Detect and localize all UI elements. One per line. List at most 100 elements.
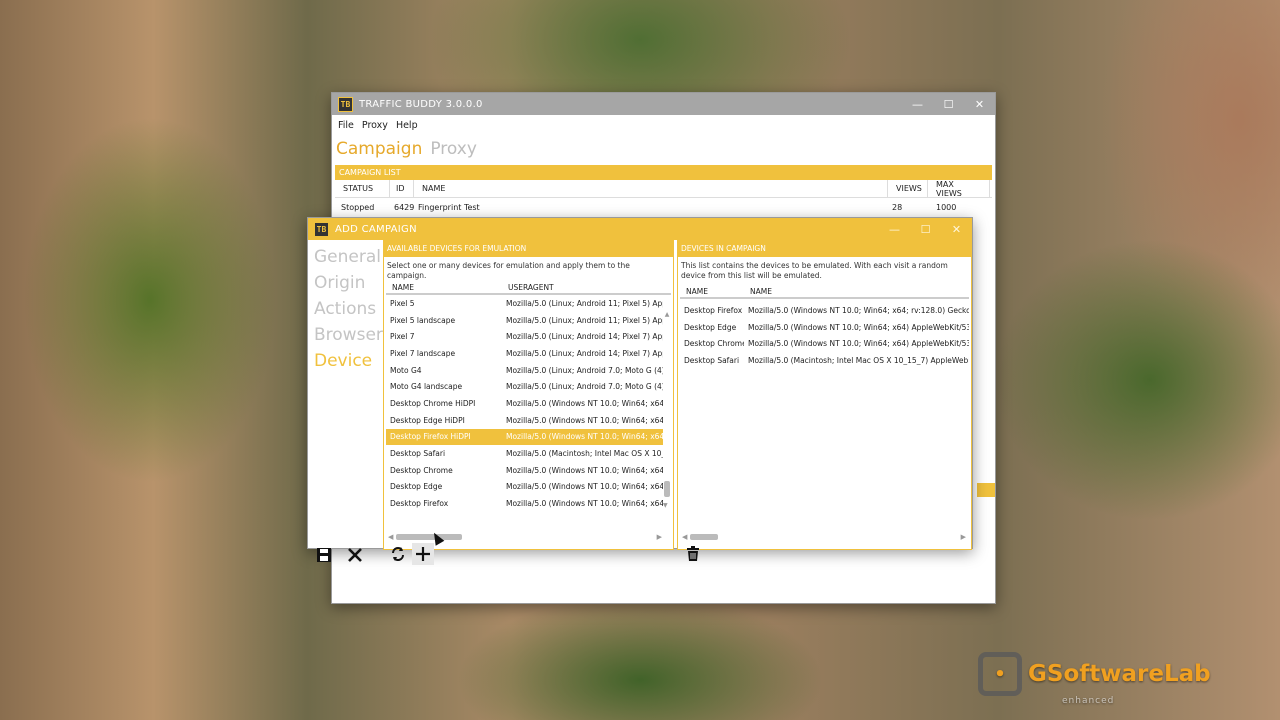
list-item[interactable]: Desktop Safari Mozilla/5.0 (Macintosh; In… [386, 445, 663, 462]
campaign-col-useragent[interactable]: NAME [744, 287, 772, 296]
available-vertical-scrollbar[interactable]: ▲ ▼ [663, 311, 671, 509]
device-name: Moto G4 [390, 365, 422, 375]
tab-campaign[interactable]: Campaign [336, 139, 422, 165]
device-name: Pixel 5 landscape [390, 315, 456, 325]
scroll-up-icon[interactable]: ▲ [663, 311, 671, 318]
col-name[interactable]: NAME [414, 180, 888, 197]
list-item[interactable]: Desktop Firefox Mozilla/5.0 (Windows NT 1… [680, 302, 969, 319]
brand-name: GSoftwareLab [1028, 661, 1211, 687]
tab-proxy[interactable]: Proxy [430, 139, 477, 165]
list-item[interactable]: Desktop Edge HiDPI Mozilla/5.0 (Windows N… [386, 412, 663, 429]
list-item[interactable]: Pixel 7 landscape Mozilla/5.0 (Linux; And… [386, 345, 663, 362]
available-col-name[interactable]: NAME [386, 283, 502, 292]
campaign-scroll-left-icon[interactable]: ◀ [682, 533, 687, 541]
save-button[interactable] [313, 544, 335, 566]
device-useragent: Mozilla/5.0 (Linux; Android 14; Pixel 7)… [506, 332, 663, 342]
dialog-logo-icon: TB [314, 221, 329, 237]
campaign-list-header: CAMPAIGN LIST [335, 165, 992, 180]
nav-device[interactable]: Device [314, 348, 383, 374]
vertical-scroll-thumb[interactable] [664, 481, 670, 497]
available-col-useragent[interactable]: USERAGENT [502, 283, 554, 292]
list-item[interactable]: Desktop Chrome Mozilla/5.0 (Windows NT 10… [386, 462, 663, 479]
device-useragent: Mozilla/5.0 (Windows NT 10.0; Win64; x64… [506, 432, 663, 442]
device-name: Desktop Edge HiDPI [390, 415, 465, 425]
available-devices-panel: AVAILABLE DEVICES FOR EMULATION Select o… [383, 240, 674, 550]
list-item[interactable]: Desktop Chrome HiDPI Mozilla/5.0 (Windows… [386, 395, 663, 412]
dialog-maximize-icon[interactable]: ☐ [910, 218, 941, 240]
cancel-button[interactable] [344, 544, 366, 566]
menu-proxy[interactable]: Proxy [358, 120, 392, 131]
available-devices-description: Select one or many devices for emulation… [387, 261, 630, 280]
device-useragent: Mozilla/5.0 (Linux; Android 14; Pixel 7)… [506, 348, 663, 358]
campaign-horizontal-scroll-thumb[interactable] [690, 534, 719, 540]
menu-help[interactable]: Help [392, 120, 422, 131]
close-icon[interactable]: ✕ [964, 93, 995, 115]
menu-file[interactable]: File [334, 120, 358, 131]
device-useragent: Mozilla/5.0 (Macintosh; Intel Mac OS X 1… [748, 355, 969, 365]
campaign-devices-header: DEVICES IN CAMPAIGN [678, 241, 971, 257]
floppy-disk-icon [317, 548, 331, 562]
device-name: Desktop Firefox [684, 305, 743, 315]
device-useragent: Mozilla/5.0 (Linux; Android 7.0; Moto G … [506, 382, 663, 392]
list-item[interactable]: Desktop Chrome Mozilla/5.0 (Windows NT 10… [680, 335, 969, 352]
campaign-horizontal-scrollbar[interactable]: ◀ ▶ [682, 533, 966, 541]
device-useragent: Mozilla/5.0 (Macintosh; Intel Mac OS X 1… [506, 449, 663, 459]
device-useragent: Mozilla/5.0 (Windows NT 10.0; Win64; x64… [506, 499, 663, 509]
refresh-button[interactable] [387, 543, 409, 565]
add-campaign-dialog: TB ADD CAMPAIGN — ☐ ✕ General Origin Act… [307, 217, 973, 565]
col-max-views[interactable]: MAX VIEWS [928, 180, 990, 198]
list-item[interactable]: Pixel 5 Mozilla/5.0 (Linux; Android 11; P… [386, 295, 663, 312]
campaign-col-name[interactable]: NAME [680, 287, 744, 296]
brand-logo-icon: • [978, 652, 1022, 696]
scroll-right-icon[interactable]: ▶ [657, 533, 662, 541]
list-item[interactable]: Desktop Edge Mozilla/5.0 (Windows NT 10.0… [680, 319, 969, 336]
list-item[interactable]: Pixel 7 Mozilla/5.0 (Linux; Android 14; P… [386, 328, 663, 345]
maximize-icon[interactable]: ☐ [933, 93, 964, 115]
col-id[interactable]: ID [390, 180, 414, 197]
device-useragent: Mozilla/5.0 (Windows NT 10.0; Win64; x64… [506, 465, 663, 475]
plus-icon [416, 547, 430, 561]
col-views[interactable]: VIEWS [888, 180, 928, 197]
list-item[interactable]: Desktop Edge Mozilla/5.0 (Windows NT 10.0… [386, 479, 663, 496]
device-useragent: Mozilla/5.0 (Windows NT 10.0; Win64; x64… [748, 322, 969, 332]
list-item[interactable]: Desktop Safari Mozilla/5.0 (Macintosh; In… [680, 352, 969, 369]
available-devices-list[interactable]: Pixel 5 Mozilla/5.0 (Linux; Android 11; P… [384, 295, 665, 512]
nav-actions[interactable]: Actions [314, 296, 383, 322]
brand-watermark: • GSoftwareLab enhanced [978, 652, 1211, 706]
scroll-left-icon[interactable]: ◀ [388, 533, 393, 541]
nav-general[interactable]: General [314, 244, 383, 270]
dialog-close-icon[interactable]: ✕ [941, 218, 972, 240]
campaign-list-header: NAME NAME [680, 285, 969, 299]
available-list-header: NAME USERAGENT [386, 281, 671, 295]
dialog-title: ADD CAMPAIGN [335, 223, 417, 235]
device-name: Desktop Chrome HiDPI [390, 398, 476, 408]
main-window-title: TRAFFIC BUDDY 3.0.0.0 [359, 98, 483, 110]
nav-browser[interactable]: Browser [314, 322, 383, 348]
device-name: Desktop Edge [684, 322, 737, 332]
main-title-bar[interactable]: TB TRAFFIC BUDDY 3.0.0.0 — ☐ ✕ [332, 93, 995, 115]
dialog-minimize-icon[interactable]: — [879, 218, 910, 240]
dialog-side-nav: General Origin Actions Browser Device [314, 244, 383, 374]
device-useragent: Mozilla/5.0 (Windows NT 10.0; Win64; x64… [506, 398, 663, 408]
col-status[interactable]: STATUS [335, 180, 390, 197]
dialog-title-bar[interactable]: TB ADD CAMPAIGN — ☐ ✕ [308, 218, 972, 240]
row-views: 28 [892, 202, 903, 212]
scroll-down-icon[interactable]: ▼ [663, 502, 668, 509]
list-item[interactable]: Moto G4 Mozilla/5.0 (Linux; Android 7.0; … [386, 362, 663, 379]
table-row[interactable]: Stopped 6429 Fingerprint Test 28 1000 [335, 198, 992, 216]
delete-device-button[interactable] [682, 543, 704, 565]
nav-origin[interactable]: Origin [314, 270, 383, 296]
dialog-body: General Origin Actions Browser Device AV… [308, 240, 972, 565]
list-item[interactable]: Desktop Firefox HiDPI Mozilla/5.0 (Window… [386, 428, 663, 446]
list-item[interactable]: Moto G4 landscape Mozilla/5.0 (Linux; And… [386, 378, 663, 395]
campaign-scroll-right-icon[interactable]: ▶ [961, 533, 966, 541]
device-name: Desktop Firefox [390, 499, 449, 509]
add-device-button[interactable] [412, 543, 434, 565]
list-item[interactable]: Desktop Firefox Mozilla/5.0 (Windows NT 1… [386, 495, 663, 512]
device-useragent: Mozilla/5.0 (Windows NT 10.0; Win64; x64… [748, 339, 969, 349]
app-logo-icon: TB [338, 96, 353, 112]
campaign-devices-list[interactable]: Desktop Firefox Mozilla/5.0 (Windows NT 1… [678, 302, 971, 369]
minimize-icon[interactable]: — [902, 93, 933, 115]
list-item[interactable]: Pixel 5 landscape Mozilla/5.0 (Linux; And… [386, 312, 663, 329]
device-name: Moto G4 landscape [390, 382, 463, 392]
